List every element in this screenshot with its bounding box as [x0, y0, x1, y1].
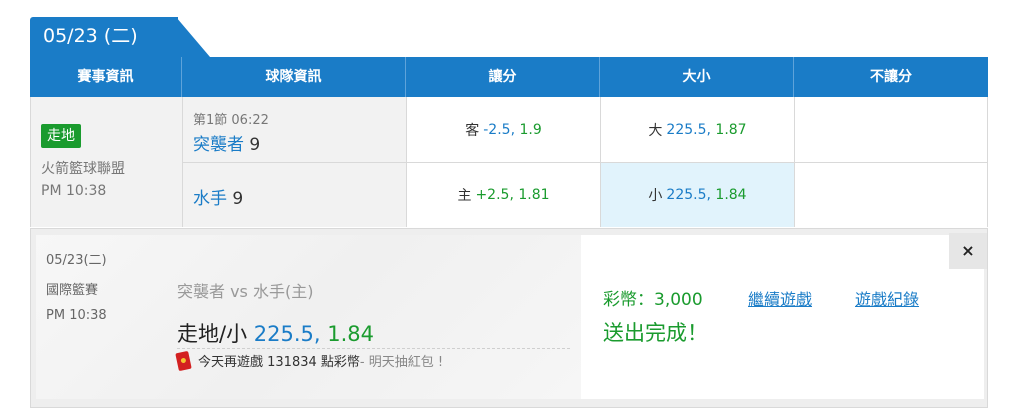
- pick-label: 走地/小: [177, 322, 248, 346]
- table-header: 賽事資訊 球隊資訊 讓分 大小 不讓分: [30, 57, 988, 97]
- submit-complete-message: 送出完成！: [603, 321, 708, 345]
- betting-page: 05/23 (二) 賽事資訊 球隊資訊 讓分 大小 不讓分 走地 火箭籃球聯盟 …: [0, 0, 1021, 417]
- pick-line: 225.5: [253, 322, 314, 346]
- home-score: 9: [232, 189, 244, 209]
- slip-pick: 走地/小 225.5, 1.84: [177, 322, 375, 346]
- moneyline-away-cell[interactable]: [795, 97, 988, 162]
- period-clock: 第1節 06:22: [193, 113, 269, 128]
- bet-slip-panel: 05/23(二) 國際籃賽 PM 10:38 突襲者 vs 水手(主) 走地/小…: [30, 228, 988, 408]
- coin-balance: 彩幣：3,000: [603, 290, 703, 310]
- away-team: 突襲者 9: [193, 130, 260, 155]
- league-name: 火箭籃球聯盟: [41, 161, 125, 177]
- total-under-odds-selected[interactable]: 小 225.5, 1.84: [601, 163, 795, 227]
- away-team-name: 突襲者: [193, 135, 244, 155]
- total-over-odds[interactable]: 大 225.5, 1.87: [601, 97, 795, 162]
- promo-message: 今天再遊戲 131834 點彩幣 - 明天抽紅包 !: [175, 350, 443, 371]
- close-button[interactable]: ×: [949, 233, 987, 269]
- away-score: 9: [249, 135, 261, 155]
- slip-league: 國際籃賽: [46, 283, 99, 298]
- live-badge: 走地: [41, 124, 81, 148]
- pick-odds: 1.84: [327, 322, 375, 346]
- continue-game-link[interactable]: 繼續遊戲: [748, 286, 812, 310]
- game-time: PM 10:38: [41, 183, 107, 199]
- date-tab[interactable]: 05/23 (二): [30, 17, 178, 57]
- game-history-link[interactable]: 遊戲紀錄: [855, 286, 919, 310]
- spread-home-odds[interactable]: 主 +2.5, 1.81: [407, 163, 601, 227]
- home-team: 水手 9: [193, 184, 243, 209]
- home-team-name: 水手: [193, 189, 227, 209]
- col-event-header: 賽事資訊: [30, 57, 182, 97]
- red-envelope-icon: [175, 350, 192, 371]
- col-spread-header: 讓分: [406, 57, 600, 97]
- col-total-header: 大小: [600, 57, 794, 97]
- event-info-cell: 走地 火箭籃球聯盟 PM 10:38: [31, 97, 183, 227]
- spread-away-odds[interactable]: 客 -2.5, 1.9: [407, 97, 601, 162]
- game-row: 走地 火箭籃球聯盟 PM 10:38 第1節 06:22 突襲者 9 水手 9 …: [30, 97, 988, 227]
- bet-summary: 05/23(二) 國際籃賽 PM 10:38 突襲者 vs 水手(主) 走地/小…: [36, 235, 581, 399]
- date-tab-tail: [176, 17, 210, 57]
- col-team-header: 球隊資訊: [182, 57, 406, 97]
- slip-matchup: 突襲者 vs 水手(主): [177, 282, 314, 301]
- slip-time: PM 10:38: [46, 308, 107, 323]
- slip-date: 05/23(二): [46, 253, 107, 268]
- moneyline-home-cell[interactable]: [795, 163, 988, 227]
- bet-result: 彩幣：3,000 繼續遊戲 遊戲紀錄 送出完成！: [581, 235, 984, 399]
- col-moneyline-header: 不讓分: [870, 69, 912, 85]
- dashed-divider: [177, 348, 570, 349]
